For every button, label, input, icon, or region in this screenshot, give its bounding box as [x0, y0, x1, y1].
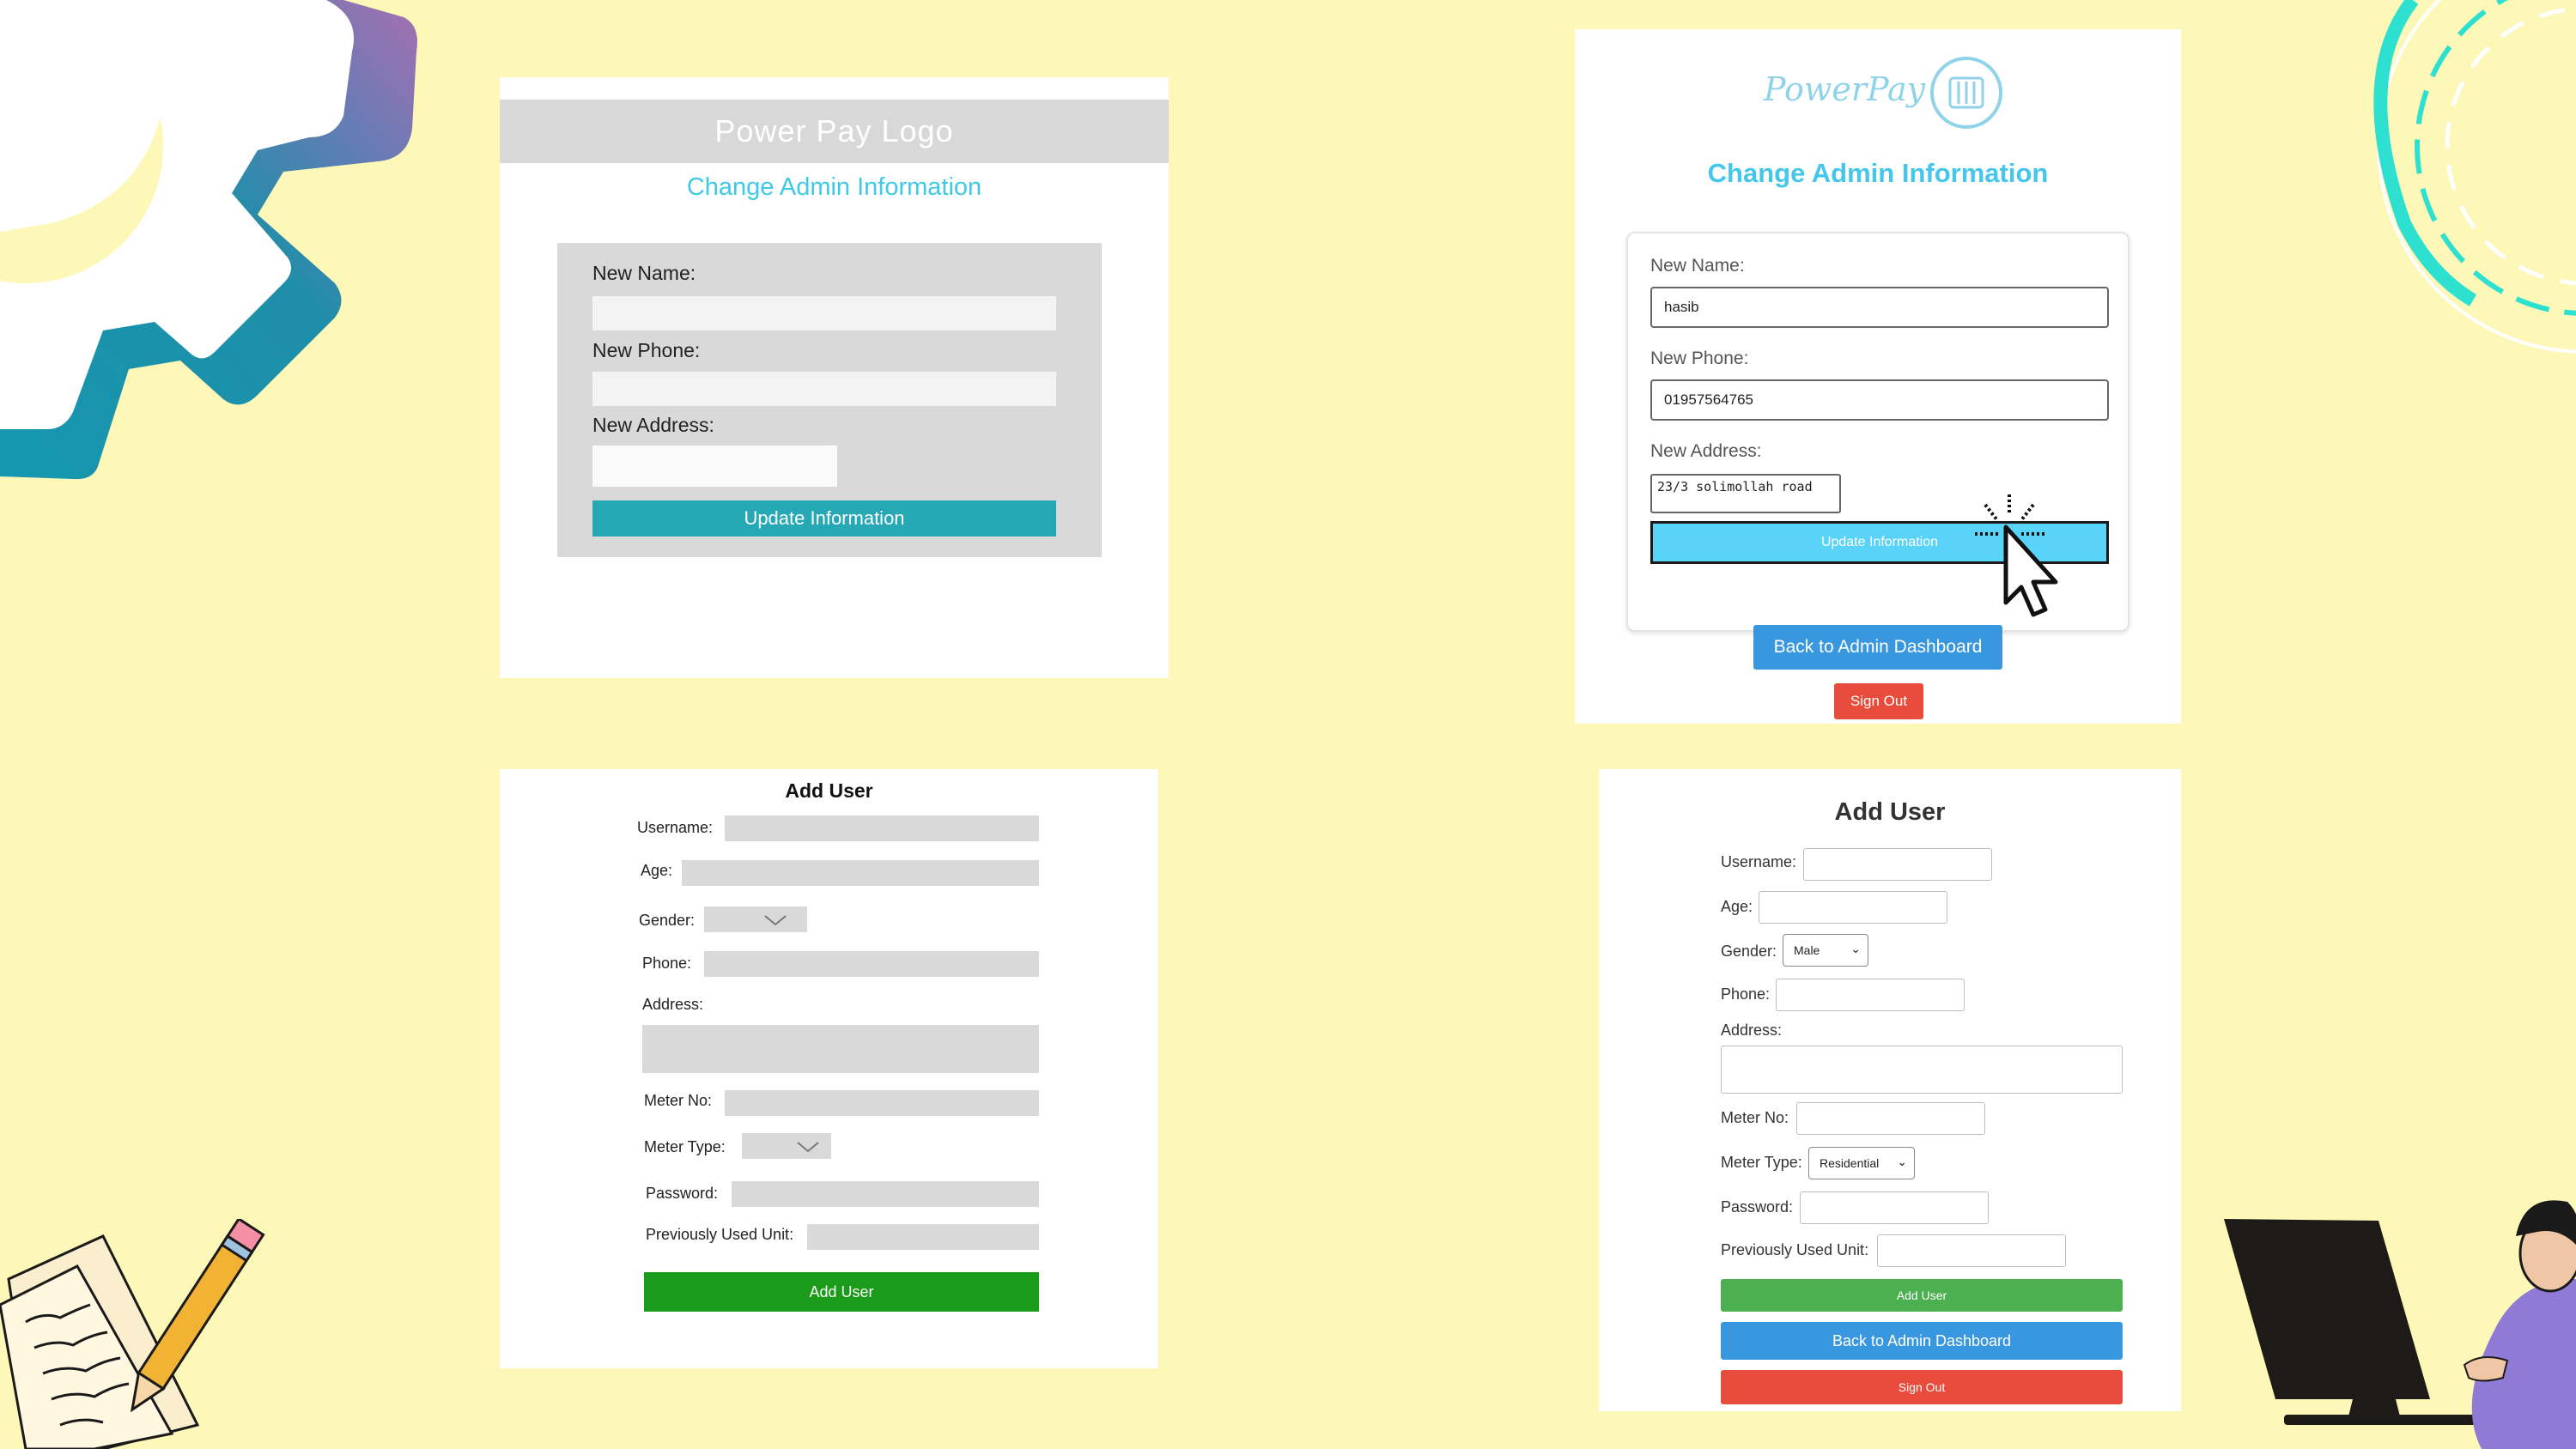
- page-title: Change Admin Information: [1707, 158, 2049, 188]
- page-title: Add User: [1834, 798, 1946, 826]
- new-phone-label: New Phone:: [1650, 349, 1749, 368]
- final-add-user-panel: Add User Username: Age: Gender: Male ⌄ P…: [1599, 769, 2181, 1411]
- password-label: Password:: [1721, 1198, 1794, 1216]
- back-to-admin-dashboard-button[interactable]: Back to Admin Dashboard: [1721, 1322, 2123, 1360]
- age-field[interactable]: [682, 860, 1039, 886]
- previously-used-unit-label: Previously Used Unit:: [646, 1226, 794, 1243]
- person-computer-illustration: [2224, 1200, 2576, 1449]
- meter-type-select[interactable]: [742, 1133, 831, 1159]
- chevron-down-icon: [764, 915, 787, 926]
- chevron-down-icon: ⌄: [1897, 1155, 1907, 1168]
- phone-label: Phone:: [642, 955, 692, 972]
- update-information-button[interactable]: Update Information: [592, 500, 1056, 537]
- chevron-down-icon: [797, 1142, 819, 1153]
- gender-select[interactable]: [704, 906, 807, 932]
- cursor-click-icon: [1975, 494, 2058, 617]
- meter-no-field[interactable]: [725, 1090, 1039, 1116]
- gender-selected-value: Male: [1794, 943, 1820, 957]
- age-label: Age:: [1721, 898, 1753, 915]
- new-address-label: New Address:: [1650, 441, 1762, 461]
- new-name-label: New Name:: [592, 262, 696, 284]
- new-name-field[interactable]: [592, 296, 1056, 330]
- username-label: Username:: [637, 819, 714, 836]
- username-label: Username:: [1721, 853, 1797, 870]
- meter-type-select[interactable]: Residential ⌄: [1808, 1147, 1915, 1179]
- meter-type-label: Meter Type:: [644, 1138, 726, 1155]
- final-change-admin-panel: PowerPay Change Admin Information New Na…: [1575, 29, 2181, 724]
- address-textarea[interactable]: [1721, 1046, 2123, 1094]
- notes-pencil-illustration: [0, 1219, 265, 1449]
- new-name-input[interactable]: hasib: [1650, 287, 2109, 328]
- new-name-label: New Name:: [1650, 256, 1745, 276]
- add-user-button[interactable]: Add User: [1721, 1279, 2123, 1312]
- new-address-textarea[interactable]: 23/3 solimollah road: [1650, 474, 1841, 513]
- back-to-admin-dashboard-button[interactable]: Back to Admin Dashboard: [1753, 625, 2002, 670]
- page-title: Change Admin Information: [686, 173, 982, 201]
- powerpay-logo: PowerPay: [1764, 52, 2021, 137]
- new-phone-input[interactable]: 01957564765: [1650, 379, 2109, 421]
- age-input[interactable]: [1759, 891, 1947, 924]
- gender-select[interactable]: Male ⌄: [1783, 934, 1868, 967]
- gender-label: Gender:: [1721, 943, 1777, 960]
- new-phone-label: New Phone:: [592, 339, 701, 361]
- address-field[interactable]: [642, 1025, 1039, 1073]
- previously-used-unit-input[interactable]: [1877, 1234, 2066, 1267]
- sign-out-button[interactable]: Sign Out: [1834, 683, 1923, 719]
- address-label: Address:: [1721, 1022, 1783, 1039]
- username-field[interactable]: [725, 815, 1039, 841]
- gear-decoration: [0, 0, 417, 480]
- chevron-down-icon: ⌄: [1850, 942, 1861, 955]
- gender-label: Gender:: [639, 912, 696, 929]
- meter-no-label: Meter No:: [644, 1092, 713, 1109]
- brand-name: PowerPay: [1764, 70, 1926, 108]
- phone-label: Phone:: [1721, 985, 1771, 1003]
- sign-out-button[interactable]: Sign Out: [1721, 1370, 2123, 1404]
- previously-used-unit-field[interactable]: [807, 1224, 1039, 1250]
- username-input[interactable]: [1803, 848, 1992, 881]
- new-address-field[interactable]: [592, 446, 837, 487]
- wireframe-change-admin-panel: Power Pay Logo Change Admin Information …: [500, 77, 1169, 678]
- phone-input[interactable]: [1776, 979, 1965, 1011]
- address-label: Address:: [642, 996, 704, 1013]
- new-phone-field[interactable]: [592, 372, 1056, 406]
- meter-no-label: Meter No:: [1721, 1109, 1789, 1126]
- new-address-label: New Address:: [592, 414, 714, 436]
- password-field[interactable]: [732, 1181, 1039, 1207]
- meter-no-input[interactable]: [1796, 1102, 1985, 1135]
- logo-placeholder: Power Pay Logo: [500, 100, 1169, 163]
- add-user-button[interactable]: Add User: [644, 1272, 1039, 1312]
- page-title: Add User: [785, 779, 873, 802]
- wireframe-add-user-panel: Add User Username: Age: Gender: Phone: A…: [500, 769, 1158, 1368]
- dashed-circle-decoration: [2373, 0, 2576, 354]
- password-input[interactable]: [1800, 1191, 1989, 1224]
- password-label: Password:: [646, 1185, 719, 1202]
- previously-used-unit-label: Previously Used Unit:: [1721, 1241, 1869, 1258]
- change-admin-form: New Name: New Phone: New Address: Update…: [557, 243, 1102, 557]
- phone-field[interactable]: [704, 951, 1039, 977]
- meter-type-selected-value: Residential: [1820, 1156, 1880, 1170]
- meter-logo-icon: [1930, 57, 2002, 129]
- age-label: Age:: [641, 862, 673, 879]
- meter-type-label: Meter Type:: [1721, 1154, 1802, 1171]
